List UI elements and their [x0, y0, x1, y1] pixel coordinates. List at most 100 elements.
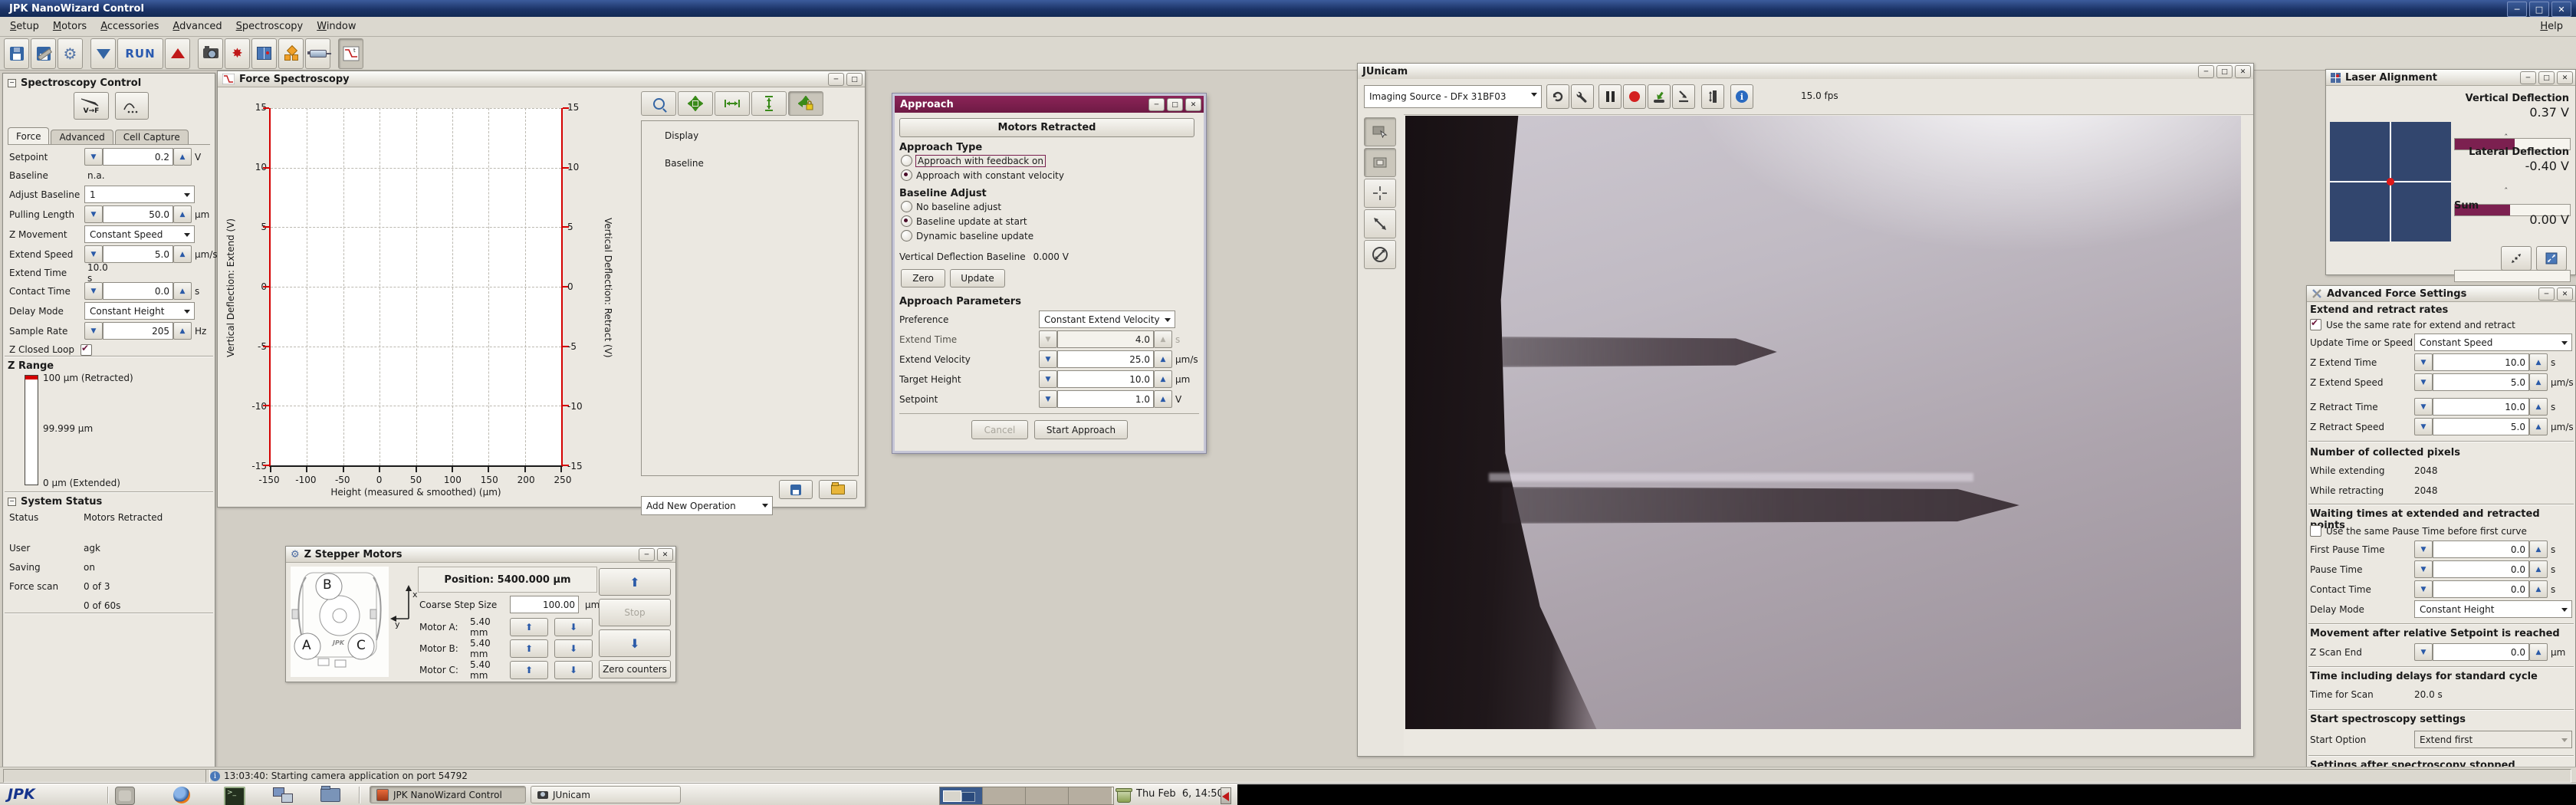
spin-up[interactable]: ▲ — [2529, 373, 2548, 391]
same-rate-row[interactable]: Use the same rate for extend and retract — [2310, 317, 2515, 330]
menu-spectroscopy[interactable]: Spectroscopy — [229, 18, 310, 35]
task-button-nanowizard[interactable]: JPK NanoWizard Control — [370, 786, 526, 803]
spin-down[interactable]: ▼ — [1039, 390, 1057, 408]
collapse-icon[interactable]: − — [8, 498, 16, 506]
main-titlebar[interactable]: JPK NanoWizard Control ─ □ ✕ — [0, 0, 2576, 17]
force-plot[interactable] — [263, 107, 569, 472]
operation-item-baseline[interactable]: Baseline — [642, 141, 858, 169]
same-pause-row[interactable]: Use the same Pause Time before first cur… — [2310, 525, 2527, 537]
radio-dynamic-baseline-row[interactable]: Dynamic baseline update — [901, 230, 1033, 242]
setpoint-input[interactable]: 0.2 — [103, 148, 173, 166]
tab-cell-capture[interactable]: Cell Capture — [114, 130, 189, 144]
z-extend-time-input[interactable]: 10.0 — [2433, 353, 2529, 371]
tab-advanced[interactable]: Advanced — [51, 130, 113, 144]
maximize-button[interactable]: □ — [846, 73, 863, 86]
spin-down[interactable]: ▼ — [2414, 540, 2433, 558]
motor-b-up-button[interactable]: ⬆ — [510, 639, 548, 658]
stage-down-button[interactable]: ⬇ — [599, 629, 671, 657]
z-extend-speed-input[interactable]: 5.0 — [2433, 373, 2529, 391]
tab-force[interactable]: Force — [8, 127, 50, 144]
zoom-tool-button[interactable] — [641, 91, 676, 116]
menu-window[interactable]: Window — [310, 18, 363, 35]
spin-down[interactable]: ▼ — [84, 245, 103, 263]
maximize-button[interactable]: □ — [1167, 98, 1183, 111]
approach-button[interactable] — [90, 38, 116, 69]
camera-view[interactable] — [1405, 116, 2241, 729]
open-curve-button[interactable] — [819, 480, 857, 499]
motor-c-down-button[interactable]: ⬇ — [554, 661, 593, 679]
maximize-button[interactable]: □ — [2538, 71, 2555, 84]
network-icon[interactable] — [273, 787, 293, 803]
terminal-icon[interactable]: >_ — [224, 787, 245, 805]
menu-advanced[interactable]: Advanced — [166, 18, 228, 35]
close-button[interactable]: ✕ — [1185, 98, 1201, 111]
menu-motors[interactable]: Motors — [46, 18, 94, 35]
retract-button[interactable] — [165, 38, 190, 69]
operation-item-display[interactable]: Display — [642, 121, 858, 141]
laser-button[interactable]: ✸ — [225, 38, 250, 69]
setpoint-input[interactable]: 1.0 — [1057, 390, 1154, 408]
zero-counters-button[interactable]: Zero counters — [599, 660, 671, 678]
save-curve-button[interactable] — [779, 480, 813, 499]
z-movement-select[interactable]: Constant Speed — [84, 225, 195, 243]
info-button[interactable]: i — [1730, 84, 1753, 109]
radio-feedback-row[interactable]: Approach with feedback on — [901, 154, 1046, 167]
preference-select[interactable]: Constant Extend Velocity — [1039, 310, 1175, 328]
pause-button[interactable] — [1598, 84, 1622, 109]
delay-mode-select[interactable]: Constant Height — [2414, 600, 2572, 618]
maximize-button[interactable]: □ — [2529, 2, 2549, 17]
spin-up[interactable]: ▲ — [2529, 353, 2548, 371]
spin-up[interactable]: ▲ — [2529, 580, 2548, 598]
spin-up[interactable]: ▲ — [2529, 560, 2548, 578]
minimize-button[interactable]: ─ — [1148, 98, 1165, 111]
firefox-icon[interactable] — [173, 787, 190, 803]
autoscale-lock-button[interactable] — [788, 91, 823, 116]
workspace-2[interactable] — [983, 787, 1026, 804]
task-button-junicam[interactable]: JUnicam — [531, 786, 681, 803]
spin-down[interactable]: ▼ — [2414, 418, 2433, 435]
spin-down[interactable]: ▼ — [2414, 353, 2433, 371]
spin-up[interactable]: ▲ — [173, 148, 192, 166]
spin-down[interactable]: ▼ — [1039, 350, 1057, 368]
extend-velocity-input[interactable]: 25.0 — [1057, 350, 1154, 368]
minimize-button[interactable]: ─ — [2507, 2, 2527, 17]
snapshot-button[interactable] — [1648, 84, 1671, 109]
radio-no-baseline-row[interactable]: No baseline adjust — [901, 201, 1001, 212]
spin-down[interactable]: ▼ — [84, 322, 103, 340]
spin-up[interactable]: ▲ — [2529, 418, 2548, 435]
spin-down[interactable]: ▼ — [2414, 373, 2433, 391]
camera-settings-button[interactable] — [1571, 84, 1594, 109]
curve-mode-button[interactable] — [115, 92, 149, 120]
contact-time-input[interactable]: 0.0 — [103, 282, 173, 300]
region-tool[interactable] — [1364, 148, 1396, 177]
setup-button[interactable]: ⚙ — [58, 38, 83, 69]
minimize-button[interactable]: ─ — [639, 548, 655, 561]
maximize-button[interactable]: □ — [2216, 65, 2233, 78]
file-manager-icon[interactable] — [320, 786, 340, 802]
clock[interactable]: Thu Feb 6, 14:50 — [1136, 788, 1224, 800]
save-button[interactable] — [4, 38, 29, 69]
approach-titlebar[interactable]: Approach ─ □ ✕ — [895, 96, 1204, 113]
radio-baseline-start-row[interactable]: Baseline update at start — [901, 215, 1027, 227]
spin-up[interactable]: ▲ — [1154, 370, 1172, 388]
close-button[interactable]: ✕ — [2235, 65, 2251, 78]
record-button[interactable] — [1623, 84, 1646, 109]
sample-rate-input[interactable]: 205 — [103, 322, 173, 340]
camera-button[interactable] — [198, 38, 223, 69]
spin-up[interactable]: ▲ — [1154, 390, 1172, 408]
script-button[interactable] — [278, 38, 304, 69]
contact-time-input[interactable]: 0.0 — [2433, 580, 2529, 598]
z-retract-time-input[interactable]: 10.0 — [2433, 398, 2529, 416]
collapse-panel-button[interactable] — [2501, 246, 2532, 271]
z-stepper-titlebar[interactable]: ⚙ Z Stepper Motors ─ ✕ — [286, 547, 675, 563]
spin-down[interactable]: ▼ — [2414, 643, 2433, 661]
close-button[interactable]: ✕ — [2557, 288, 2573, 301]
radio-constant-velocity-row[interactable]: Approach with constant velocity — [901, 169, 1064, 181]
spin-up[interactable]: ▲ — [2529, 540, 2548, 558]
force-view-toggle-button[interactable]: t — [338, 38, 363, 69]
menu-setup[interactable]: Setup — [3, 18, 46, 35]
motor-c-up-button[interactable]: ⬆ — [510, 661, 548, 679]
z-closed-loop-checkbox[interactable] — [80, 343, 92, 356]
motor-a-down-button[interactable]: ⬇ — [554, 618, 593, 636]
menu-accessories[interactable]: Accessories — [94, 18, 166, 35]
